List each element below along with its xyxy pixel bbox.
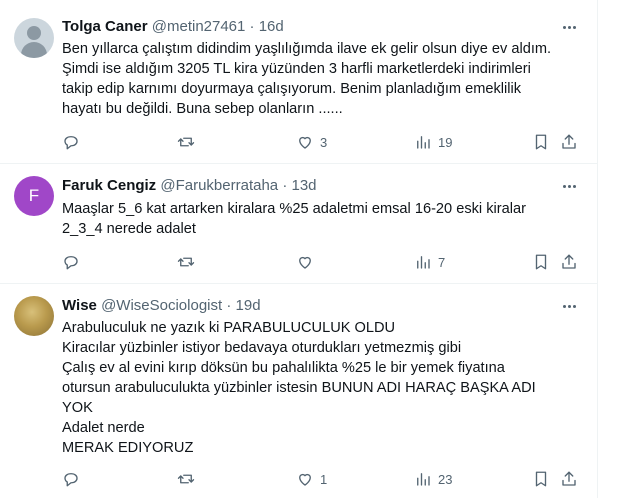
views-icon xyxy=(417,256,430,269)
timestamp[interactable]: 13d xyxy=(291,177,316,194)
tweet-text: Ben yıllarca çalıştım didindim yaşlılığı… xyxy=(62,39,572,119)
views-icon xyxy=(417,473,430,486)
bookmark-icon xyxy=(535,471,547,487)
action-bar: 1 23 xyxy=(62,468,586,490)
timestamp[interactable]: 19d xyxy=(236,297,261,314)
tweet-text-line: takip edip karnımı doyurmaya çalışıyorum… xyxy=(62,81,522,97)
tweet-2[interactable]: F Faruk Cengiz @Farukberrataha · 13d Maa… xyxy=(0,164,598,284)
share-button[interactable] xyxy=(560,131,578,153)
retweet-button[interactable] xyxy=(177,251,201,273)
tweet-feed: Tolga Caner @metin27461 · 16d Ben yıllar… xyxy=(0,0,598,498)
like-button[interactable] xyxy=(296,251,320,273)
reply-button[interactable] xyxy=(62,131,86,153)
like-button[interactable]: 3 xyxy=(296,131,327,153)
views-button[interactable]: 7 xyxy=(414,251,445,273)
tweet-text-line: Maaşlar 5_6 kat artarken kiralara %25 ad… xyxy=(62,201,526,217)
share-icon xyxy=(562,471,576,486)
retweet-icon xyxy=(177,137,195,147)
tweet-text-line: Kiracılar yüzbinler istiyor bedavaya otu… xyxy=(62,340,462,356)
author-handle[interactable]: @metin27461 xyxy=(152,18,246,35)
share-icon xyxy=(562,254,576,269)
like-count: 3 xyxy=(320,134,328,150)
avatar[interactable] xyxy=(14,18,54,58)
separator-dot: · xyxy=(226,297,232,314)
retweet-button[interactable] xyxy=(177,468,201,490)
retweet-icon xyxy=(177,257,195,267)
tweet-text-line: hayatı bu değildi. Buna sebep olanların … xyxy=(62,101,343,117)
share-button[interactable] xyxy=(560,251,578,273)
tweet-text: Arabuluculuk ne yazık ki PARABULUCULUK O… xyxy=(62,318,572,458)
more-icon[interactable] xyxy=(558,296,580,316)
like-button[interactable]: 1 xyxy=(296,468,327,490)
tweet-text-line: Şimdi ise aldığım 3205 TL kira yüzünden … xyxy=(62,61,531,77)
views-button[interactable]: 23 xyxy=(414,468,452,490)
tweet-text-line: Çalış ev al evini kırıp döksün bu pahalı… xyxy=(62,360,505,376)
avatar[interactable] xyxy=(14,296,54,336)
tweet-header: Tolga Caner @metin27461 · 16d xyxy=(62,17,284,37)
tweet-text: Maaşlar 5_6 kat artarken kiralara %25 ad… xyxy=(62,199,572,239)
views-count: 23 xyxy=(438,471,453,487)
reply-icon xyxy=(64,473,78,487)
author-name[interactable]: Tolga Caner xyxy=(62,18,148,35)
author-name[interactable]: Wise xyxy=(62,297,97,314)
reply-icon xyxy=(64,136,78,150)
bookmark-button[interactable] xyxy=(532,468,550,490)
tweet-1[interactable]: Tolga Caner @metin27461 · 16d Ben yıllar… xyxy=(0,0,598,164)
tweet-header: Faruk Cengiz @Farukberrataha · 13d xyxy=(62,176,317,196)
views-button[interactable]: 19 xyxy=(414,131,452,153)
more-icon[interactable] xyxy=(558,17,580,37)
retweet-icon xyxy=(177,474,195,484)
separator-dot: · xyxy=(249,18,255,35)
tweet-text-line: otursun arabuluculukta yüzbinler istesin… xyxy=(62,380,536,396)
tweet-text-line: Ben yıllarca çalıştım didindim yaşlılığı… xyxy=(62,41,552,57)
like-icon xyxy=(299,136,311,149)
author-handle[interactable]: @Farukberrataha xyxy=(160,177,278,194)
author-name[interactable]: Faruk Cengiz xyxy=(62,177,156,194)
avatar[interactable]: F xyxy=(14,176,54,216)
bookmark-button[interactable] xyxy=(532,131,550,153)
action-bar: 7 xyxy=(62,251,586,273)
author-handle[interactable]: @WiseSociologist xyxy=(101,297,222,314)
bookmark-button[interactable] xyxy=(532,251,550,273)
tweet-text-line: MERAK EDIYORUZ xyxy=(62,440,194,456)
separator-dot: · xyxy=(282,177,288,194)
tweet-3[interactable]: Wise @WiseSociologist · 19d Arabuluculuk… xyxy=(0,284,598,498)
retweet-button[interactable] xyxy=(177,131,201,153)
bookmark-icon xyxy=(535,134,547,150)
reply-icon xyxy=(64,256,78,270)
like-icon xyxy=(299,256,311,269)
views-count: 7 xyxy=(438,254,446,270)
tweet-header: Wise @WiseSociologist · 19d xyxy=(62,296,261,316)
share-icon xyxy=(562,134,576,149)
views-count: 19 xyxy=(438,134,453,150)
tweet-text-line: 2_3_4 nerede adalet xyxy=(62,221,196,237)
views-icon xyxy=(417,136,430,149)
share-button[interactable] xyxy=(560,468,578,490)
bookmark-icon xyxy=(535,254,547,270)
reply-button[interactable] xyxy=(62,468,86,490)
action-bar: 3 19 xyxy=(62,131,586,153)
like-count: 1 xyxy=(320,471,328,487)
tweet-text-line: YOK xyxy=(62,400,93,416)
like-icon xyxy=(299,473,311,486)
more-icon[interactable] xyxy=(558,176,580,196)
reply-button[interactable] xyxy=(62,251,86,273)
tweet-text-line: Adalet nerde xyxy=(62,420,145,436)
tweet-text-line: Arabuluculuk ne yazık ki PARABULUCULUK O… xyxy=(62,320,396,336)
timestamp[interactable]: 16d xyxy=(259,18,284,35)
